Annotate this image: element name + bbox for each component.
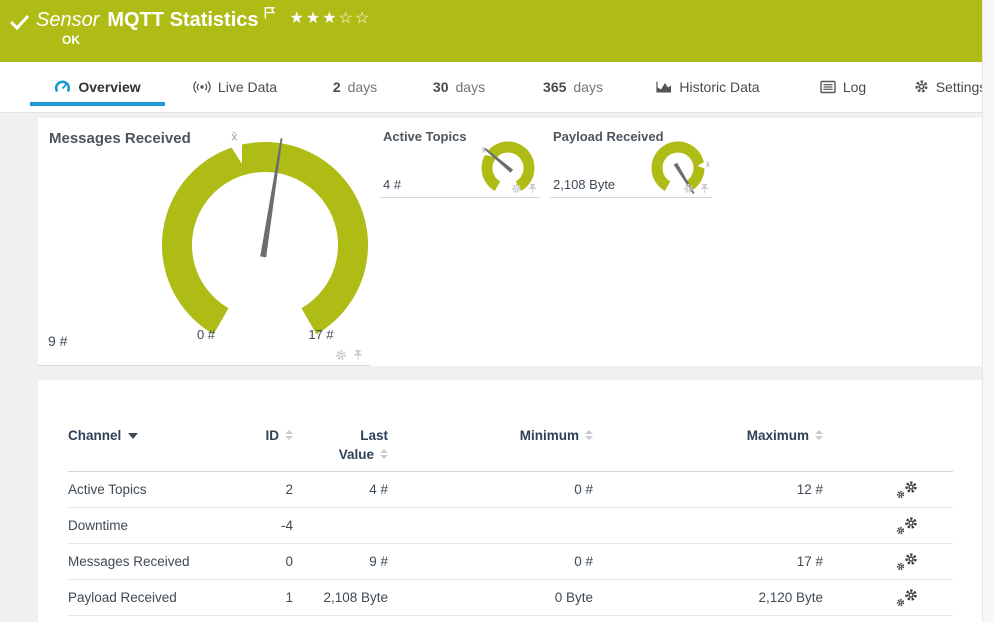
column-header-last-value[interactable]: Last Value — [293, 414, 388, 472]
table-row[interactable]: Active Topics 2 4 # 0 # 12 # — [68, 471, 953, 508]
channel-last-value: 4 # — [293, 471, 388, 508]
payload-received-gauge: x̄ — [651, 141, 710, 194]
table-row[interactable]: Payload Received 1 2,108 Byte 0 Byte 2,1… — [68, 579, 953, 616]
channel-last-value: 9 # — [293, 543, 388, 580]
column-header-minimum[interactable]: Minimum — [388, 414, 593, 472]
channel-name-link[interactable]: Downtime — [68, 507, 228, 544]
tab-2-days-number: 2 — [332, 78, 341, 95]
column-header-maximum[interactable]: Maximum — [593, 414, 823, 472]
widget-settings-gear-icon[interactable] — [335, 349, 347, 361]
tab-30-days-number: 30 — [432, 78, 449, 95]
channel-minimum: 0 # — [388, 471, 593, 508]
channel-maximum: 17 # — [593, 543, 823, 580]
edit-channel-gears-icon[interactable] — [896, 516, 918, 536]
channel-id: 2 — [228, 471, 293, 508]
channel-maximum: 12 # — [593, 471, 823, 508]
table-row[interactable]: Downtime -4 — [68, 507, 953, 544]
sort-desc-icon — [128, 433, 139, 440]
tab-live-data-label: Live Data — [217, 78, 278, 95]
channel-maximum: 2,120 Byte — [593, 579, 823, 616]
gauge-icon — [55, 80, 71, 92]
channel-table: Channel ID Last Value Minimum Maximum Ac… — [68, 414, 953, 616]
channel-name-link[interactable]: Messages Received — [68, 543, 228, 580]
widget-messages-received: Messages Received x̄ 0 # 17 # 9 # — [38, 118, 370, 366]
status-ok-check-icon — [9, 14, 30, 31]
tab-365-days-label: days — [573, 78, 603, 95]
live-data-icon — [193, 80, 211, 93]
gauge-max-label: 17 # — [308, 327, 334, 342]
tab-2-days[interactable]: 2 days — [322, 62, 388, 111]
channel-minimum: 0 # — [388, 543, 593, 580]
stars-empty: ☆☆ — [338, 10, 372, 27]
widget-title: Active Topics — [383, 129, 467, 144]
overview-gauges-section: Messages Received x̄ 0 # 17 # 9 # Active… — [38, 118, 983, 366]
channel-last-value — [293, 507, 388, 544]
svg-text:x̄: x̄ — [231, 129, 237, 143]
sort-icon — [285, 429, 293, 440]
historic-data-icon — [656, 81, 672, 92]
messages-received-gauge: x̄ — [162, 129, 368, 335]
column-header-channel[interactable]: Channel — [68, 414, 228, 472]
tab-settings[interactable]: Settings — [904, 62, 994, 111]
tab-365-days-number: 365 — [543, 78, 567, 95]
channel-minimum — [388, 507, 593, 544]
tab-30-days-label: days — [455, 78, 486, 95]
widget-pin-icon[interactable] — [352, 349, 364, 361]
widget-settings-gear-icon[interactable] — [511, 183, 522, 194]
tab-settings-label: Settings — [935, 78, 987, 95]
object-kind-label: Sensor — [36, 9, 100, 31]
page-title: MQTT Statistics — [107, 9, 259, 31]
sort-icon — [380, 448, 388, 459]
tab-overview-label: Overview — [78, 78, 141, 95]
widget-pin-icon[interactable] — [699, 183, 710, 194]
current-value: 4 # — [383, 177, 402, 192]
gauge-min-label: 0 # — [196, 327, 216, 342]
sensor-tabbar: Overview Live Data 2 days 30 days 365 da… — [0, 62, 994, 113]
tab-30-days[interactable]: 30 days — [420, 62, 498, 111]
log-icon — [820, 80, 836, 93]
priority-stars[interactable]: ★★★☆☆ — [290, 8, 372, 28]
channel-name-link[interactable]: Payload Received — [68, 579, 228, 616]
channel-id: -4 — [228, 507, 293, 544]
sort-icon — [585, 429, 593, 440]
scrollbar[interactable] — [982, 0, 994, 622]
sensor-title-row: Sensor MQTT Statistics ★★★☆☆ — [36, 7, 371, 33]
settings-gear-icon — [915, 80, 928, 93]
widget-pin-icon[interactable] — [527, 183, 538, 194]
sensor-header: Sensor MQTT Statistics ★★★☆☆ OK — [0, 0, 994, 62]
tab-historic-data[interactable]: Historic Data — [642, 62, 774, 111]
stars-filled: ★★★ — [289, 10, 339, 27]
table-row[interactable]: Messages Received 0 9 # 0 # 17 # — [68, 543, 953, 580]
channel-last-value: 2,108 Byte — [293, 579, 388, 616]
tab-log-label: Log — [842, 78, 867, 95]
active-topics-gauge: x̄ — [481, 141, 535, 191]
channel-id: 1 — [228, 579, 293, 616]
tab-overview[interactable]: Overview — [30, 62, 165, 111]
table-header-row: Channel ID Last Value Minimum Maximum — [68, 414, 953, 472]
column-header-id[interactable]: ID — [228, 414, 293, 472]
current-value: 9 # — [48, 333, 68, 349]
channel-minimum: 0 Byte — [388, 579, 593, 616]
channel-name-link[interactable]: Active Topics — [68, 471, 228, 508]
widget-payload-received: Payload Received x̄ 2,108 Byte — [550, 118, 712, 198]
widget-active-topics: Active Topics x̄ 4 # — [380, 118, 540, 198]
prtg-sensor-page: Sensor MQTT Statistics ★★★☆☆ OK Overview — [0, 0, 994, 622]
channel-table-section: Channel ID Last Value Minimum Maximum Ac… — [38, 380, 983, 622]
priority-flag-icon[interactable] — [264, 6, 276, 24]
tab-live-data[interactable]: Live Data — [180, 62, 290, 111]
edit-channel-gears-icon[interactable] — [896, 552, 918, 572]
edit-channel-gears-icon[interactable] — [896, 588, 918, 608]
tab-historic-data-label: Historic Data — [679, 78, 760, 95]
current-value: 2,108 Byte — [553, 177, 616, 192]
channel-maximum — [593, 507, 823, 544]
svg-text:x̄: x̄ — [706, 160, 710, 169]
edit-channel-gears-icon[interactable] — [896, 480, 918, 500]
channel-id: 0 — [228, 543, 293, 580]
tab-2-days-label: days — [347, 78, 378, 95]
sort-icon — [815, 429, 823, 440]
status-badge: OK — [62, 33, 80, 47]
widget-settings-gear-icon[interactable] — [683, 183, 694, 194]
tab-365-days[interactable]: 365 days — [528, 62, 618, 111]
tab-log[interactable]: Log — [810, 62, 876, 111]
